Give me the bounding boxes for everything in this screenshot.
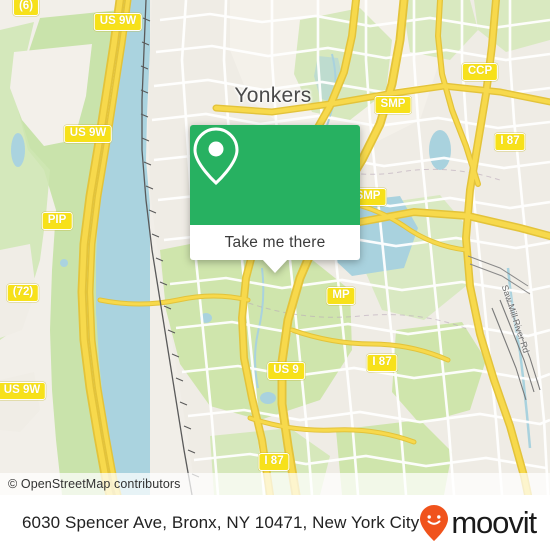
- moovit-wordmark: moovit: [451, 505, 537, 540]
- popup-header: [190, 125, 360, 225]
- moovit-map-screenshot: Yonkers (6) US 9W US 9W PIP (72) US 9W S…: [0, 0, 550, 550]
- location-popup-card[interactable]: Take me there: [190, 125, 360, 273]
- moovit-pin-smiley-icon: [420, 504, 449, 541]
- popup-tail: [262, 259, 288, 273]
- road-shield[interactable]: I 87: [494, 133, 526, 151]
- road-shield[interactable]: I 87: [258, 453, 290, 471]
- road-shield[interactable]: US 9W: [93, 13, 143, 31]
- road-shield[interactable]: US 9: [267, 362, 305, 380]
- map-pin-icon: [193, 127, 239, 186]
- map-canvas[interactable]: Yonkers (6) US 9W US 9W PIP (72) US 9W S…: [0, 0, 550, 495]
- map-attribution-bar: © OpenStreetMap contributors: [0, 473, 550, 495]
- road-shield[interactable]: US 9W: [63, 125, 113, 143]
- road-shield[interactable]: CCP: [461, 63, 499, 81]
- road-shield[interactable]: I 87: [366, 354, 398, 372]
- road-shield[interactable]: SMP: [374, 96, 412, 114]
- road-shield[interactable]: (72): [6, 284, 40, 302]
- road-shield[interactable]: MP: [326, 287, 356, 305]
- road-shield[interactable]: (6): [12, 0, 40, 16]
- osm-attribution-text[interactable]: © OpenStreetMap contributors: [0, 477, 181, 491]
- footer-bar: 6030 Spencer Ave, Bronx, NY 10471, New Y…: [0, 495, 550, 550]
- road-shield[interactable]: US 9W: [0, 382, 47, 400]
- place-label-yonkers: Yonkers: [234, 84, 312, 107]
- address-label: 6030 Spencer Ave, Bronx, NY 10471, New Y…: [22, 512, 420, 532]
- moovit-logo[interactable]: moovit: [419, 504, 537, 542]
- road-shield[interactable]: PIP: [41, 212, 73, 230]
- take-me-there-button[interactable]: Take me there: [190, 225, 360, 260]
- take-me-there-label: Take me there: [224, 233, 326, 251]
